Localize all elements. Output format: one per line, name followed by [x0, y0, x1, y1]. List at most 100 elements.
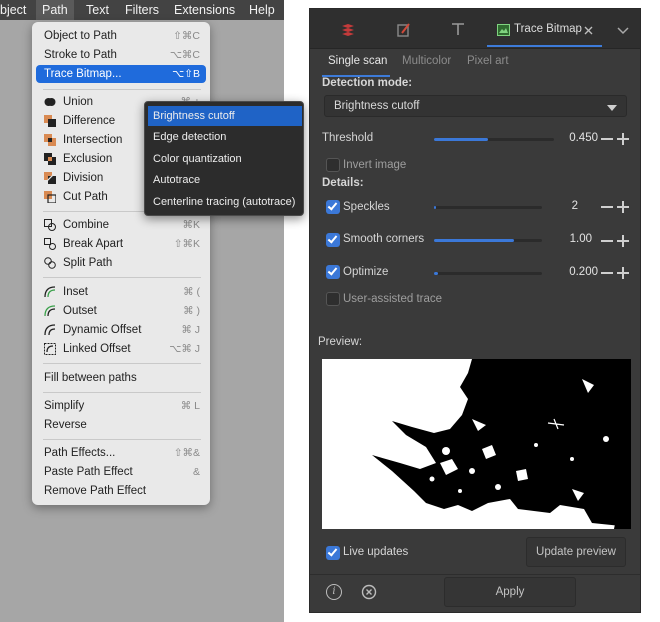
chevron-down-icon[interactable] — [617, 27, 629, 35]
tab-text[interactable] — [440, 9, 476, 49]
menubar-path[interactable]: Path — [36, 0, 74, 20]
union-icon — [44, 98, 56, 106]
trace-mode-tabs: Single scan Multicolor Pixel art — [310, 51, 640, 77]
optimize-label: Optimize — [343, 266, 389, 278]
menu-item-outset[interactable]: Outset ⌘ ) — [36, 302, 206, 320]
linked-offset-icon — [44, 343, 56, 355]
speckles-stepper[interactable] — [601, 201, 631, 213]
difference-icon — [44, 115, 56, 127]
detection-mode-value: Brightness cutoff — [334, 100, 420, 112]
path-menu: Object to Path ⇧⌘C Stroke to Path ⌥⌘C Trac… — [32, 22, 210, 505]
menu-separator — [43, 363, 201, 364]
menu-item-dynamic-offset[interactable]: Dynamic Offset ⌘ J — [36, 321, 206, 339]
smooth-corners-slider[interactable] — [434, 239, 542, 242]
active-tab-indicator — [487, 45, 602, 47]
split-path-icon — [44, 257, 56, 269]
trace-bitmap-icon — [497, 24, 510, 36]
division-icon — [44, 172, 56, 184]
break-apart-icon — [44, 238, 56, 250]
menubar-extensions[interactable]: Extensions — [168, 0, 241, 20]
submenu-item-centerline-tracing[interactable]: Centerline tracing (autotrace) — [148, 192, 302, 212]
inset-icon — [44, 286, 56, 298]
menubar-object[interactable]: bject — [0, 0, 32, 20]
speckles-label: Speckles — [343, 201, 390, 213]
info-icon[interactable]: i — [326, 584, 342, 600]
submenu-item-color-quantization[interactable]: Color quantization — [148, 149, 302, 169]
user-assisted-trace-checkbox[interactable] — [326, 292, 340, 306]
menubar-filters[interactable]: Filters — [119, 0, 165, 20]
menu-item-path-effects[interactable]: Path Effects... ⇧⌘& — [36, 444, 206, 462]
menu-item-split-path[interactable]: Split Path — [36, 254, 206, 272]
dock-tabbar: Trace Bitmap — [310, 9, 640, 49]
submenu-item-edge-detection[interactable]: Edge detection — [148, 127, 302, 147]
tab-single-scan[interactable]: Single scan — [328, 55, 387, 67]
menu-item-combine[interactable]: Combine ⌘K — [36, 216, 206, 234]
menu-item-fill-between-paths[interactable]: Fill between paths — [36, 369, 206, 387]
tab-multicolor[interactable]: Multicolor — [402, 55, 451, 67]
user-assisted-trace-label: User-assisted trace — [343, 293, 443, 305]
speckles-value[interactable]: 2 — [550, 200, 578, 212]
optimize-slider[interactable] — [434, 272, 542, 275]
canvas-backdrop: bject Path Text Filters Extensions Help … — [0, 0, 304, 622]
threshold-slider-fill — [434, 138, 488, 141]
minus-icon[interactable] — [601, 138, 613, 140]
menu-item-paste-path-effect[interactable]: Paste Path Effect & — [36, 463, 206, 481]
menu-item-inset[interactable]: Inset ⌘ ( — [36, 283, 206, 301]
intersection-icon — [44, 134, 56, 146]
minus-icon[interactable] — [601, 240, 613, 242]
smooth-corners-label: Smooth corners — [343, 233, 425, 245]
smooth-corners-checkbox[interactable] — [326, 233, 340, 247]
submenu-item-brightness-cutoff[interactable]: Brightness cutoff — [148, 106, 302, 126]
dynamic-offset-icon — [44, 324, 56, 336]
invert-image-checkbox[interactable] — [326, 158, 340, 172]
optimize-slider-fill — [434, 272, 439, 275]
menu-item-simplify[interactable]: Simplify ⌘ L — [36, 397, 206, 415]
update-preview-button[interactable]: Update preview — [526, 537, 626, 567]
menu-item-linked-offset[interactable]: Linked Offset ⌥⌘ J — [36, 340, 206, 358]
combine-icon — [44, 219, 56, 231]
menu-separator — [43, 392, 201, 393]
speckles-checkbox[interactable] — [326, 200, 340, 214]
tab-trace-bitmap[interactable]: Trace Bitmap — [487, 19, 602, 47]
optimize-stepper[interactable] — [601, 267, 631, 279]
invert-image-label: Invert image — [343, 159, 407, 171]
menu-item-stroke-to-path[interactable]: Stroke to Path ⌥⌘C — [36, 46, 206, 64]
minus-icon[interactable] — [601, 206, 613, 208]
optimize-checkbox[interactable] — [326, 265, 340, 279]
threshold-stepper[interactable] — [601, 133, 631, 145]
trace-bitmap-submenu: Brightness cutoff Edge detection Color q… — [144, 101, 304, 216]
detection-mode-select[interactable]: Brightness cutoff — [324, 95, 627, 117]
stop-icon[interactable] — [361, 584, 377, 600]
rhino-silhouette-image — [322, 359, 631, 529]
preview-label: Preview: — [318, 336, 363, 348]
details-label: Details: — [322, 177, 364, 189]
detection-mode-label: Detection mode: — [322, 77, 413, 89]
tab-pixel-art[interactable]: Pixel art — [467, 55, 509, 67]
tab-layers[interactable] — [330, 9, 366, 49]
menu-item-reverse[interactable]: Reverse — [36, 416, 206, 434]
minus-icon[interactable] — [601, 272, 613, 274]
menu-separator — [43, 277, 201, 278]
outset-icon — [44, 305, 56, 317]
menu-item-trace-bitmap[interactable]: Trace Bitmap... ⌥⇧B — [36, 65, 206, 83]
menubar-text[interactable]: Text — [80, 0, 115, 20]
trace-preview-image — [322, 359, 631, 529]
submenu-item-autotrace[interactable]: Autotrace — [148, 170, 302, 190]
menu-item-remove-path-effect[interactable]: Remove Path Effect — [36, 482, 206, 500]
divider — [310, 574, 640, 575]
menubar-help[interactable]: Help — [243, 0, 281, 20]
smooth-corners-value[interactable]: 1.00 — [550, 233, 592, 245]
smooth-corners-stepper[interactable] — [601, 235, 631, 247]
threshold-value[interactable]: 0.450 — [550, 132, 598, 144]
menu-separator — [43, 89, 201, 90]
speckles-slider[interactable] — [434, 206, 542, 209]
menu-item-break-apart[interactable]: Break Apart ⇧⌘K — [36, 235, 206, 253]
live-updates-checkbox[interactable] — [326, 546, 340, 560]
dropdown-arrow-icon — [607, 105, 617, 111]
optimize-value[interactable]: 0.200 — [550, 266, 598, 278]
close-icon[interactable] — [584, 26, 593, 35]
apply-button[interactable]: Apply — [444, 577, 576, 607]
tab-fill-stroke[interactable] — [386, 9, 422, 49]
threshold-slider[interactable] — [434, 138, 554, 141]
menu-item-object-to-path[interactable]: Object to Path ⇧⌘C — [36, 27, 206, 45]
